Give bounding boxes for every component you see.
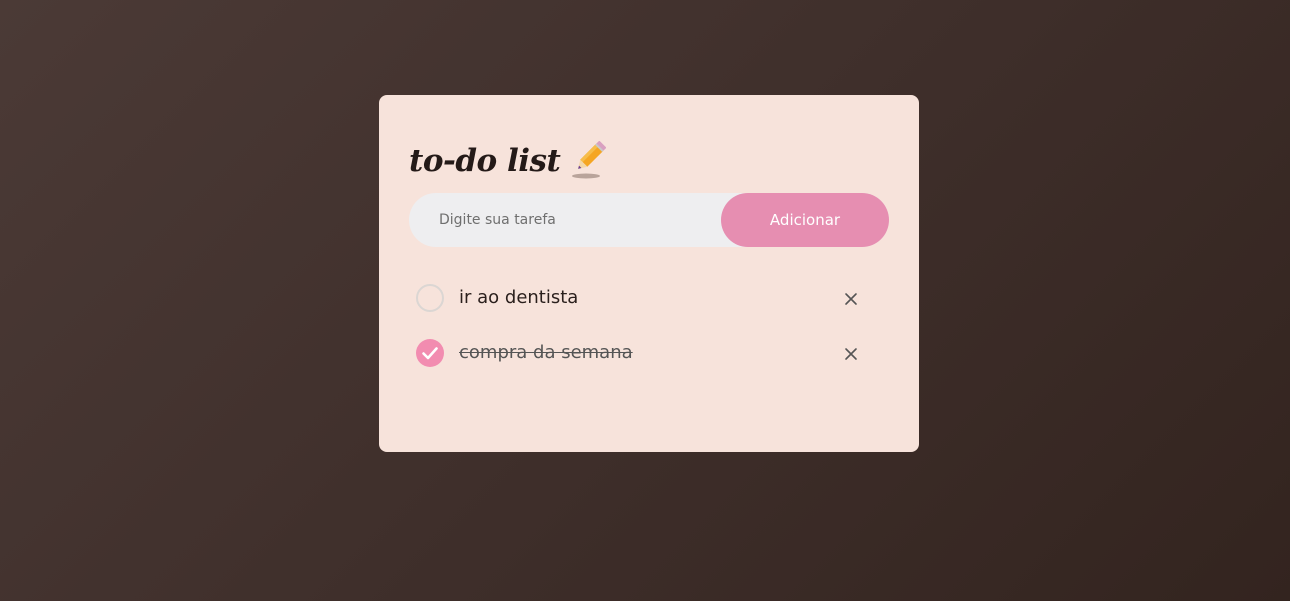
task-item: compra da semana: [415, 336, 883, 391]
close-icon[interactable]: [841, 289, 861, 309]
pencil-icon: [570, 140, 607, 181]
add-task-form: Adicionar: [409, 193, 889, 247]
task-checkbox-checked[interactable]: [416, 339, 444, 367]
header: to-do list: [409, 139, 607, 183]
close-icon[interactable]: [841, 344, 861, 364]
task-item: ir ao dentista: [415, 281, 883, 336]
task-text: ir ao dentista: [459, 287, 579, 308]
task-input[interactable]: [409, 193, 721, 247]
checkmark-icon: [422, 347, 438, 360]
page-title: to-do list: [409, 143, 561, 179]
add-button[interactable]: Adicionar: [721, 193, 889, 247]
task-checkbox[interactable]: [416, 284, 444, 312]
task-list: ir ao dentista compra da semana: [415, 281, 883, 391]
todo-card: to-do list Adicionar ir ao dentista: [379, 95, 919, 452]
task-text: compra da semana: [459, 342, 633, 363]
